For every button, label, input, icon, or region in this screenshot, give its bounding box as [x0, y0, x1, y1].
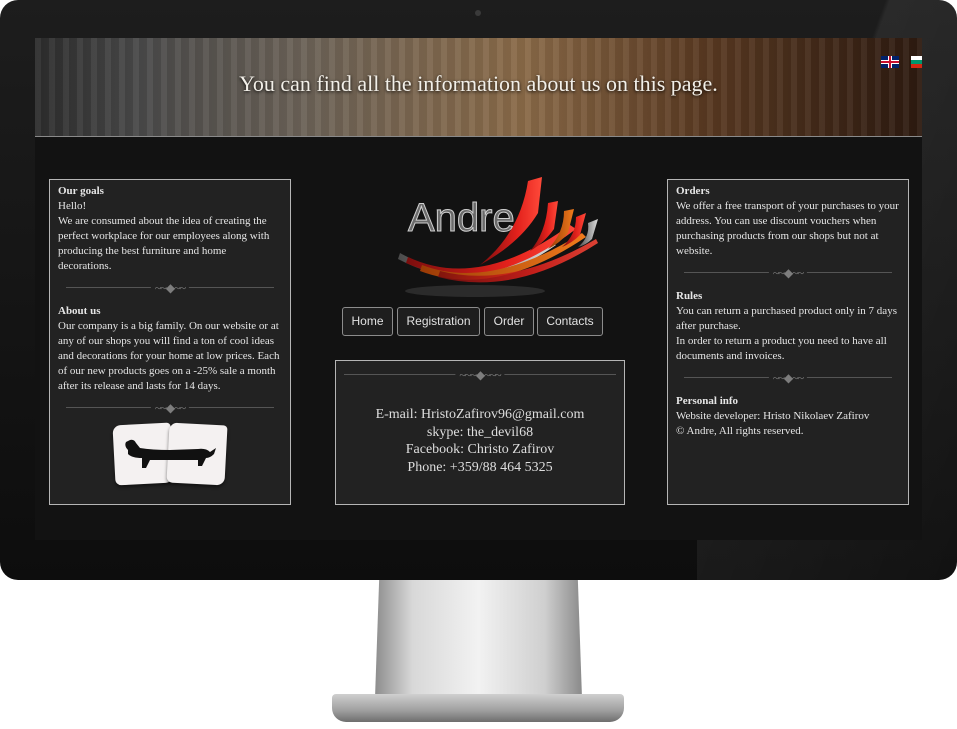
- about-text: Our company is a big family. On our webs…: [58, 320, 280, 392]
- contact-facebook: Facebook: Christo Zafirov: [405, 442, 555, 457]
- rules-text-2: In order to return a product you need to…: [676, 335, 887, 362]
- contact-phone: Phone: +359/88 464 5325: [407, 459, 553, 475]
- ornament-divider: ~~◆~~: [676, 265, 900, 281]
- rules-text-1: You can return a purchased product only …: [676, 305, 897, 332]
- uk-flag-icon[interactable]: [881, 56, 899, 68]
- orders-heading: Orders: [676, 185, 710, 197]
- goals-greeting: Hello!: [58, 200, 87, 212]
- header-banner: You can find all the information about u…: [35, 38, 922, 137]
- right-info-panel: Orders We offer a free transport of your…: [667, 179, 909, 505]
- webcam-icon: [475, 10, 481, 16]
- ornament-divider: ~~~◆~~~: [336, 367, 624, 383]
- personal-info-heading: Personal info: [676, 395, 739, 407]
- nav-order-button[interactable]: Order: [484, 307, 534, 336]
- logo-text: Andre: [408, 196, 515, 240]
- goals-heading: Our goals: [58, 185, 104, 197]
- page-title: You can find all the information about u…: [239, 71, 718, 96]
- nav-contacts-button[interactable]: Contacts: [537, 307, 603, 336]
- ornament-divider: ~~◆~~: [676, 370, 900, 386]
- screen: You can find all the information about u…: [35, 38, 922, 540]
- orders-text: We offer a free transport of your purcha…: [676, 200, 899, 257]
- ornament-divider: ~~◆~~: [58, 280, 282, 296]
- dachshund-pillows-image: [112, 422, 228, 486]
- nav-registration-button[interactable]: Registration: [397, 307, 480, 336]
- ornament-divider: ~~◆~~: [58, 400, 282, 416]
- nav-home-button[interactable]: Home: [342, 307, 393, 336]
- developer-text: Website developer: Hristo Nikolaev Zafir…: [676, 410, 870, 422]
- monitor-stand-neck: [375, 580, 582, 698]
- copyright-text: © Andre, All rights reserved.: [676, 425, 804, 437]
- monitor-stand-base: [332, 694, 624, 722]
- left-info-panel: Our goals Hello! We are consumed about t…: [49, 179, 291, 505]
- contact-panel: ~~~◆~~~ E-mail: HristoZafirov96@gmail.co…: [335, 360, 625, 505]
- bulgaria-flag-icon[interactable]: [911, 56, 922, 68]
- contact-email[interactable]: E-mail: HristoZafirov96@gmail.com: [336, 406, 624, 424]
- rules-heading: Rules: [676, 290, 703, 302]
- about-heading: About us: [58, 305, 101, 317]
- contact-skype: skype: the_devil68: [426, 424, 534, 440]
- goals-text: We are consumed about the idea of creati…: [58, 215, 270, 272]
- monitor-frame: You can find all the information about u…: [0, 0, 957, 580]
- andre-logo[interactable]: Andre: [360, 173, 600, 298]
